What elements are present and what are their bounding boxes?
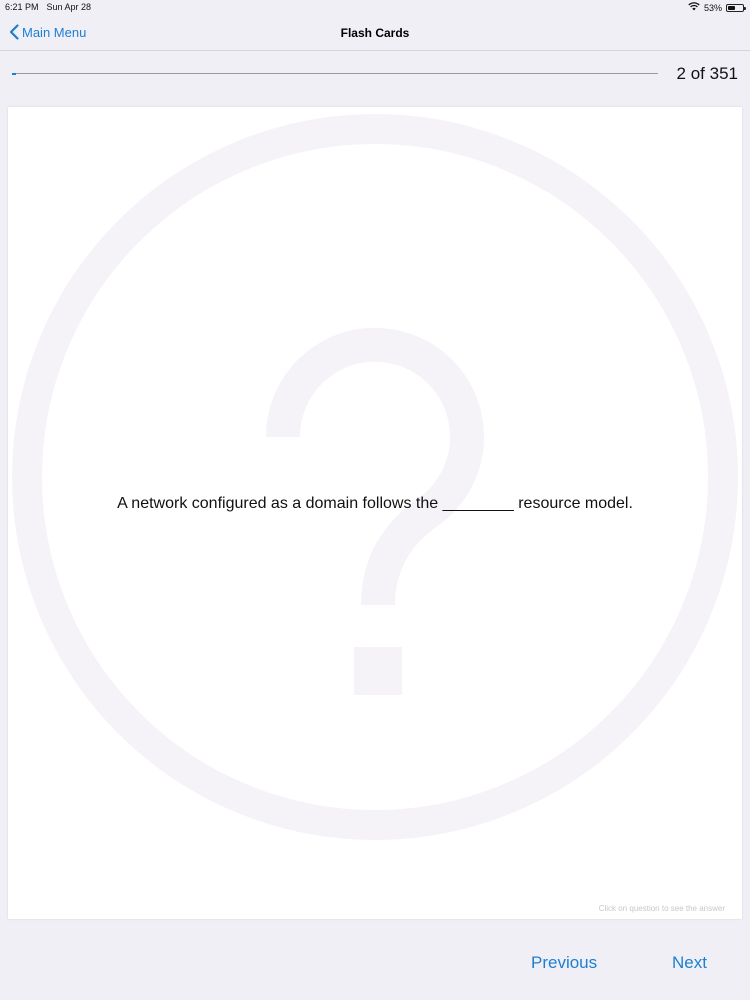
wifi-icon <box>688 2 700 13</box>
question-text: A network configured as a domain follows… <box>117 495 633 512</box>
progress-bar <box>12 72 658 75</box>
hint-text: Click on question to see the answer <box>598 904 725 913</box>
status-date: Sun Apr 28 <box>46 2 92 12</box>
next-button[interactable]: Next <box>672 953 707 973</box>
battery-fill <box>728 5 736 10</box>
previous-button[interactable]: Previous <box>531 953 597 973</box>
status-right: 53% <box>688 2 746 13</box>
status-bar: 6:21 PM Sun Apr 28 53% <box>0 0 750 16</box>
page-title: Flash Cards <box>340 26 410 40</box>
battery-cap <box>744 6 746 10</box>
question-mark-icon <box>12 114 738 840</box>
progress-count: 2 of 351 <box>676 64 738 83</box>
flash-card[interactable]: A network configured as a domain follows… <box>8 107 742 919</box>
status-time: 6:21 PM <box>5 2 39 12</box>
battery-percent: 53% <box>703 2 722 13</box>
battery-icon <box>726 3 746 12</box>
progress-bar-fill <box>12 72 16 75</box>
status-left: 6:21 PM Sun Apr 28 <box>5 2 91 12</box>
navigation-bar: Main Menu Flash Cards <box>0 16 750 51</box>
